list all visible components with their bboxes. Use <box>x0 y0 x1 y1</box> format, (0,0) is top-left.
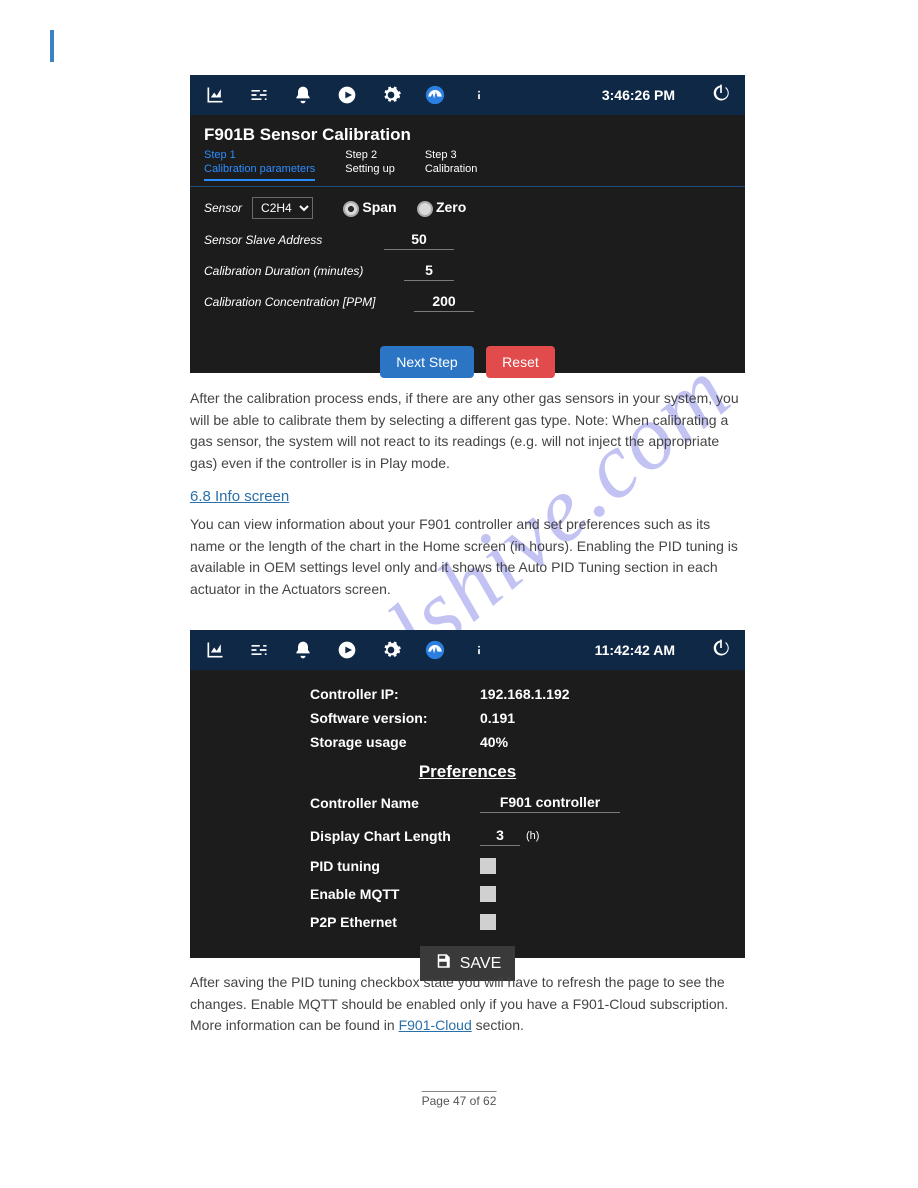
next-step-button[interactable]: Next Step <box>380 346 473 378</box>
version-value: 0.191 <box>480 710 515 726</box>
info-window: 11:42:42 AM Controller IP:192.168.1.192 … <box>190 630 745 958</box>
info-icon[interactable] <box>468 639 490 661</box>
step-tabs: Step 1 Calibration parameters Step 2 Set… <box>190 149 745 187</box>
duration-input[interactable] <box>404 260 454 281</box>
bell-icon[interactable] <box>292 639 314 661</box>
page-number: Page 47 of 62 <box>422 1091 497 1108</box>
doc-text-2: After saving the PID tuning checkbox sta… <box>190 972 745 1037</box>
slave-address-input[interactable] <box>384 229 454 250</box>
sensor-select[interactable]: C2H4 <box>252 197 313 219</box>
span-radio-label: Span <box>362 199 396 215</box>
storage-value: 40% <box>480 734 508 750</box>
sliders-icon[interactable] <box>248 84 270 106</box>
zero-radio[interactable] <box>417 201 433 217</box>
page-title: F901B Sensor Calibration <box>190 115 745 149</box>
pid-tuning-checkbox[interactable] <box>480 858 496 874</box>
concentration-input[interactable] <box>414 291 474 312</box>
step-sub: Calibration parameters <box>204 163 315 175</box>
pid-tuning-label: PID tuning <box>310 858 480 874</box>
calibration-form: Sensor C2H4 Span Zero Sensor Slave Addre… <box>190 187 745 332</box>
chart-icon[interactable] <box>204 639 226 661</box>
zero-radio-label: Zero <box>436 199 466 215</box>
chart-icon[interactable] <box>204 84 226 106</box>
step-name: Step 2 <box>345 149 395 161</box>
heading-info-screen: 6.8 Info screen <box>190 485 289 508</box>
ip-label: Controller IP: <box>310 686 480 702</box>
storage-label: Storage usage <box>310 734 480 750</box>
calibration-window: 3:46:26 PM F901B Sensor Calibration Step… <box>190 75 745 373</box>
page-margin-mark <box>50 30 54 62</box>
gear-icon[interactable] <box>380 84 402 106</box>
step-sub: Setting up <box>345 163 395 175</box>
topbar-icons <box>204 639 490 661</box>
preferences-title: Preferences <box>190 762 745 782</box>
power-icon[interactable] <box>711 638 731 663</box>
preferences-rows: Controller Name Display Chart Length(h) … <box>190 786 745 936</box>
chart-length-label: Display Chart Length <box>310 828 480 844</box>
controller-name-input[interactable] <box>480 792 620 813</box>
play-circle-icon[interactable] <box>336 84 358 106</box>
step-3[interactable]: Step 3 Calibration <box>425 149 478 180</box>
gear-icon[interactable] <box>380 639 402 661</box>
sliders-icon[interactable] <box>248 639 270 661</box>
p2p-checkbox[interactable] <box>480 914 496 930</box>
bell-icon[interactable] <box>292 84 314 106</box>
info-rows: Controller IP:192.168.1.192 Software ver… <box>190 670 745 754</box>
sensor-label: Sensor <box>204 201 242 215</box>
step-name: Step 3 <box>425 149 478 161</box>
gauge-icon[interactable] <box>424 84 446 106</box>
clock: 11:42:42 AM <box>595 642 675 658</box>
save-label: SAVE <box>460 955 502 973</box>
paragraph: After the calibration process ends, if t… <box>190 388 745 475</box>
step-1[interactable]: Step 1 Calibration parameters <box>204 149 315 181</box>
gauge-icon[interactable] <box>424 639 446 661</box>
reset-button[interactable]: Reset <box>486 346 555 378</box>
top-bar: 3:46:26 PM <box>190 75 745 115</box>
slave-address-label: Sensor Slave Address <box>204 233 374 247</box>
cloud-link[interactable]: F901-Cloud <box>399 1017 472 1033</box>
version-label: Software version: <box>310 710 480 726</box>
paragraph: You can view information about your F901… <box>190 514 745 601</box>
power-icon[interactable] <box>711 83 731 108</box>
topbar-icons <box>204 84 490 106</box>
doc-text-1: After the calibration process ends, if t… <box>190 388 745 601</box>
step-sub: Calibration <box>425 163 478 175</box>
step-name: Step 1 <box>204 149 315 161</box>
step-2[interactable]: Step 2 Setting up <box>345 149 395 180</box>
concentration-label: Calibration Concentration [PPM] <box>204 295 404 309</box>
span-radio[interactable] <box>343 201 359 217</box>
p2p-label: P2P Ethernet <box>310 914 480 930</box>
play-circle-icon[interactable] <box>336 639 358 661</box>
chart-length-unit: (h) <box>526 830 539 842</box>
top-bar: 11:42:42 AM <box>190 630 745 670</box>
paragraph: After saving the PID tuning checkbox sta… <box>190 972 745 1037</box>
info-icon[interactable] <box>468 84 490 106</box>
duration-label: Calibration Duration (minutes) <box>204 264 394 278</box>
page-footer: Page 47 of 62 <box>422 1091 497 1108</box>
controller-name-label: Controller Name <box>310 795 480 811</box>
mqtt-label: Enable MQTT <box>310 886 480 902</box>
ip-value: 192.168.1.192 <box>480 686 570 702</box>
clock: 3:46:26 PM <box>602 87 675 103</box>
chart-length-input[interactable] <box>480 825 520 846</box>
mqtt-checkbox[interactable] <box>480 886 496 902</box>
